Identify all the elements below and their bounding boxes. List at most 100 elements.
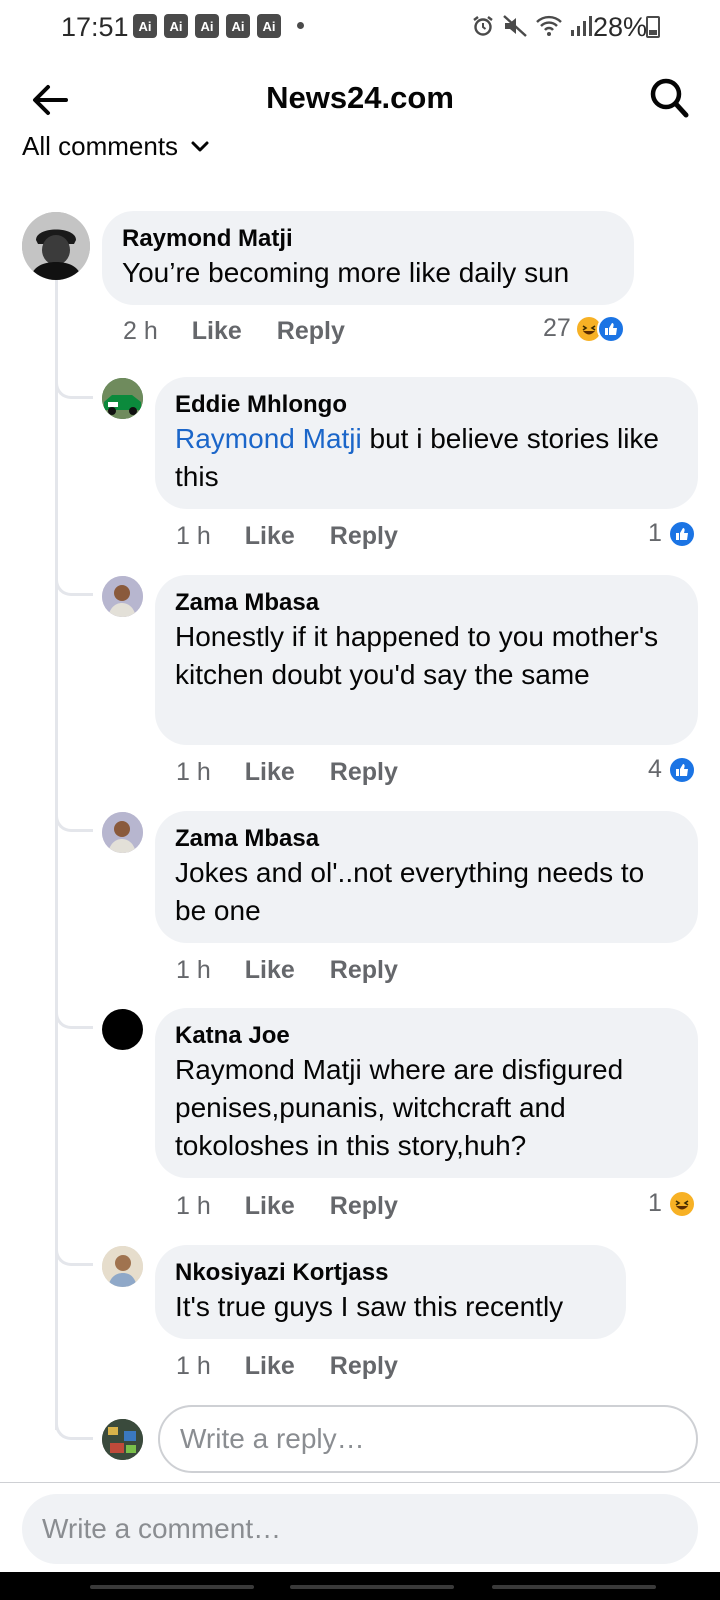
search-icon[interactable]	[648, 76, 690, 120]
ai-badge: Ai	[226, 14, 250, 38]
reply-button[interactable]: Reply	[277, 317, 345, 346]
comment-author[interactable]: Zama Mbasa	[175, 588, 678, 618]
reply-input[interactable]: Write a reply…	[158, 1405, 698, 1473]
reply-button[interactable]: Reply	[330, 1192, 398, 1221]
battery-level: 28%	[593, 12, 648, 42]
reaction-summary[interactable]: 27	[543, 314, 625, 343]
reply-button[interactable]: Reply	[330, 758, 398, 787]
ai-badge: Ai	[257, 14, 281, 38]
back-nav-button[interactable]	[492, 1585, 656, 1589]
chevron-down-icon	[191, 141, 209, 151]
ai-badges: Ai Ai Ai Ai Ai	[133, 14, 281, 38]
thread-branch	[55, 1418, 93, 1440]
recents-nav-button[interactable]	[90, 1585, 254, 1589]
reaction-summary[interactable]: 4	[648, 755, 696, 784]
comment-time[interactable]: 1 h	[176, 522, 211, 551]
reply-button[interactable]: Reply	[330, 522, 398, 551]
reply-button[interactable]: Reply	[330, 956, 398, 985]
avatar[interactable]	[102, 378, 143, 419]
comment-author[interactable]: Nkosiyazi Kortjass	[175, 1258, 606, 1288]
like-button[interactable]: Like	[245, 1192, 295, 1221]
like-reaction-icon	[667, 519, 696, 548]
alarm-icon	[473, 16, 493, 36]
thread-branch	[55, 574, 93, 596]
ai-badge: Ai	[195, 14, 219, 38]
comment-text: Raymond Matji but i believe stories like…	[175, 420, 678, 496]
like-button[interactable]: Like	[245, 758, 295, 787]
thread-branch	[55, 1244, 93, 1266]
mute-icon	[503, 15, 527, 37]
comment-actions: 1 h Like Reply	[176, 1192, 398, 1221]
like-reaction-icon	[596, 314, 625, 343]
comment-actions: 1 h Like Reply	[176, 1352, 398, 1381]
reaction-summary[interactable]: 1	[648, 519, 696, 548]
wifi-icon	[536, 15, 562, 36]
avatar[interactable]	[102, 812, 143, 853]
like-button[interactable]: Like	[245, 522, 295, 551]
comment-text: You’re becoming more like daily sun	[122, 257, 570, 288]
avatar-photo	[22, 212, 90, 280]
comment-bubble[interactable]: Zama Mbasa Honestly if it happened to yo…	[155, 575, 698, 745]
comment-bubble[interactable]: Nkosiyazi Kortjass It's true guys I saw …	[155, 1245, 626, 1339]
status-bar: 17:51 Ai Ai Ai Ai Ai 28%	[0, 0, 720, 54]
comment-time[interactable]: 2 h	[123, 317, 158, 346]
thread-branch	[55, 377, 93, 399]
haha-reaction-icon	[667, 1189, 696, 1218]
home-nav-button[interactable]	[290, 1585, 454, 1589]
signal-icon	[571, 16, 592, 36]
avatar-photo	[102, 576, 143, 617]
comment-text: It's true guys I saw this recently	[175, 1291, 564, 1322]
page-title: News24.com	[266, 80, 454, 115]
avatar[interactable]	[22, 212, 90, 280]
comment-text: Honestly if it happened to you mother's …	[175, 621, 659, 690]
comment-input[interactable]: Write a comment…	[22, 1494, 698, 1564]
thread-branch	[55, 1007, 93, 1029]
status-time: 17:51	[61, 12, 129, 42]
comment-author[interactable]: Eddie Mhlongo	[175, 390, 678, 420]
system-navigation-bar	[0, 1572, 720, 1600]
comment-time[interactable]: 1 h	[176, 956, 211, 985]
reaction-count: 27	[543, 314, 571, 342]
avatar-photo	[102, 1419, 143, 1460]
comment-bubble[interactable]: Zama Mbasa Jokes and ol'..not everything…	[155, 811, 698, 943]
notification-dot	[297, 22, 304, 29]
divider	[0, 1482, 720, 1483]
reaction-count: 1	[648, 519, 662, 547]
comment-time[interactable]: 1 h	[176, 758, 211, 787]
comment-author[interactable]: Zama Mbasa	[175, 824, 678, 854]
status-icons	[471, 14, 592, 38]
comment-bubble[interactable]: Katna Joe Raymond Matji where are disfig…	[155, 1008, 698, 1178]
reaction-summary[interactable]: 1	[648, 1189, 696, 1218]
ai-badge: Ai	[133, 14, 157, 38]
comment-actions: 1 h Like Reply	[176, 956, 398, 985]
avatar	[102, 1419, 143, 1460]
avatar[interactable]	[102, 1246, 143, 1287]
top-app-bar: News24.com	[0, 60, 720, 140]
like-button[interactable]: Like	[245, 956, 295, 985]
avatar-photo	[102, 1246, 143, 1287]
comment-actions: 2 h Like Reply	[123, 317, 345, 346]
mention-link[interactable]: Raymond Matji	[175, 423, 362, 454]
comment-actions: 1 h Like Reply	[176, 522, 398, 551]
ai-badge: Ai	[164, 14, 188, 38]
comment-author[interactable]: Katna Joe	[175, 1021, 678, 1051]
avatar[interactable]	[102, 1009, 143, 1050]
comment-bubble[interactable]: Eddie Mhlongo Raymond Matji but i believ…	[155, 377, 698, 509]
avatar[interactable]	[102, 576, 143, 617]
comment-bubble[interactable]: Raymond Matji You’re becoming more like …	[102, 211, 634, 305]
reaction-count: 4	[648, 755, 662, 783]
like-button[interactable]: Like	[245, 1352, 295, 1381]
comment-time[interactable]: 1 h	[176, 1352, 211, 1381]
comment-author[interactable]: Raymond Matji	[122, 224, 614, 254]
comment-text: Raymond Matji where are disfigured penis…	[175, 1054, 624, 1161]
filter-label: All comments	[22, 131, 179, 161]
reaction-count: 1	[648, 1189, 662, 1217]
comment-filter-dropdown[interactable]: All comments	[22, 131, 210, 162]
like-button[interactable]: Like	[192, 317, 242, 346]
avatar-photo	[102, 378, 143, 419]
thread-branch	[55, 810, 93, 832]
like-reaction-icon	[667, 755, 696, 784]
avatar-photo	[102, 812, 143, 853]
comment-time[interactable]: 1 h	[176, 1192, 211, 1221]
reply-button[interactable]: Reply	[330, 1352, 398, 1381]
